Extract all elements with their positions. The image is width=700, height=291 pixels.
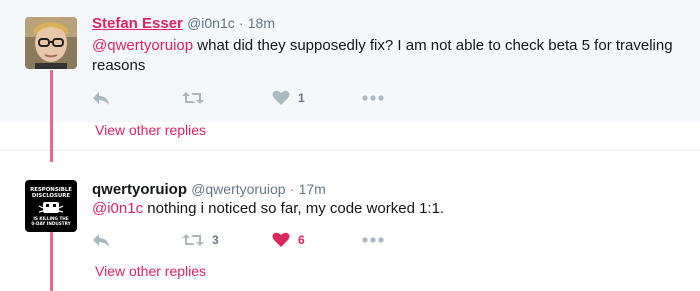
mention-link[interactable]: @i0n1c	[92, 200, 143, 217]
tweet-header: Stefan Esser @i0n1c · 18m	[92, 13, 275, 34]
reply-button[interactable]	[92, 88, 182, 108]
display-name[interactable]: Stefan Esser	[92, 15, 183, 32]
username[interactable]: @i0n1c	[187, 15, 235, 31]
more-button[interactable]	[362, 230, 384, 250]
reply-button[interactable]	[92, 230, 182, 250]
tweet-actions: 1	[92, 88, 384, 108]
avatar-text-line: DISCLOSURE	[32, 193, 71, 199]
avatar-text-line: 0-DAY INDUSTRY	[31, 221, 71, 226]
heart-icon	[272, 232, 290, 247]
like-count: 6	[298, 233, 305, 247]
avatar-logo-image: RESPONSIBLE DISCLOSURE IS KILLING THE 0-…	[25, 180, 77, 232]
avatar[interactable]	[25, 17, 77, 69]
avatar-portrait-image	[25, 17, 77, 69]
timestamp[interactable]: 17m	[299, 181, 326, 197]
tweet-actions: 3 6	[92, 230, 384, 250]
tweet-body: nothing i noticed so far, my code worked…	[143, 200, 445, 217]
view-other-replies-link[interactable]: View other replies	[95, 122, 206, 138]
tweet-qwertyoruiop[interactable]: RESPONSIBLE DISCLOSURE IS KILLING THE 0-…	[0, 162, 700, 252]
timestamp[interactable]: 18m	[248, 15, 275, 31]
like-button[interactable]: 6	[272, 230, 362, 250]
like-count: 1	[298, 91, 305, 105]
separator-dot: ·	[289, 181, 295, 197]
view-other-replies-link[interactable]: View other replies	[95, 263, 206, 279]
tweet-stefan-esser[interactable]: Stefan Esser @i0n1c · 18m @qwertyoruiop …	[0, 0, 700, 122]
mention-link[interactable]: @qwertyoruiop	[92, 37, 193, 54]
tweet-text: @qwertyoruiop what did they supposedly f…	[92, 36, 682, 76]
retweet-icon	[182, 234, 204, 246]
retweet-count: 3	[212, 233, 219, 247]
divider	[0, 150, 700, 151]
username[interactable]: @qwertyoruiop	[191, 181, 285, 197]
retweet-button[interactable]	[182, 88, 272, 108]
reply-icon	[93, 92, 109, 105]
retweet-button[interactable]: 3	[182, 230, 272, 250]
reply-icon	[93, 234, 109, 247]
more-dots-icon	[362, 237, 384, 243]
thread-connector-line	[50, 70, 53, 174]
retweet-icon	[182, 92, 204, 104]
thread-connector-line	[50, 232, 53, 291]
conversation-thread: Stefan Esser @i0n1c · 18m @qwertyoruiop …	[0, 0, 700, 291]
like-button[interactable]: 1	[272, 88, 362, 108]
tweet-header: qwertyoruiop @qwertyoruiop · 17m	[92, 179, 326, 200]
heart-icon	[272, 90, 290, 105]
separator-dot: ·	[238, 15, 244, 31]
tweet-text: @i0n1c nothing i noticed so far, my code…	[92, 199, 682, 219]
avatar[interactable]: RESPONSIBLE DISCLOSURE IS KILLING THE 0-…	[25, 180, 77, 232]
more-dots-icon	[362, 95, 384, 101]
display-name[interactable]: qwertyoruiop	[92, 181, 187, 198]
more-button[interactable]	[362, 88, 384, 108]
